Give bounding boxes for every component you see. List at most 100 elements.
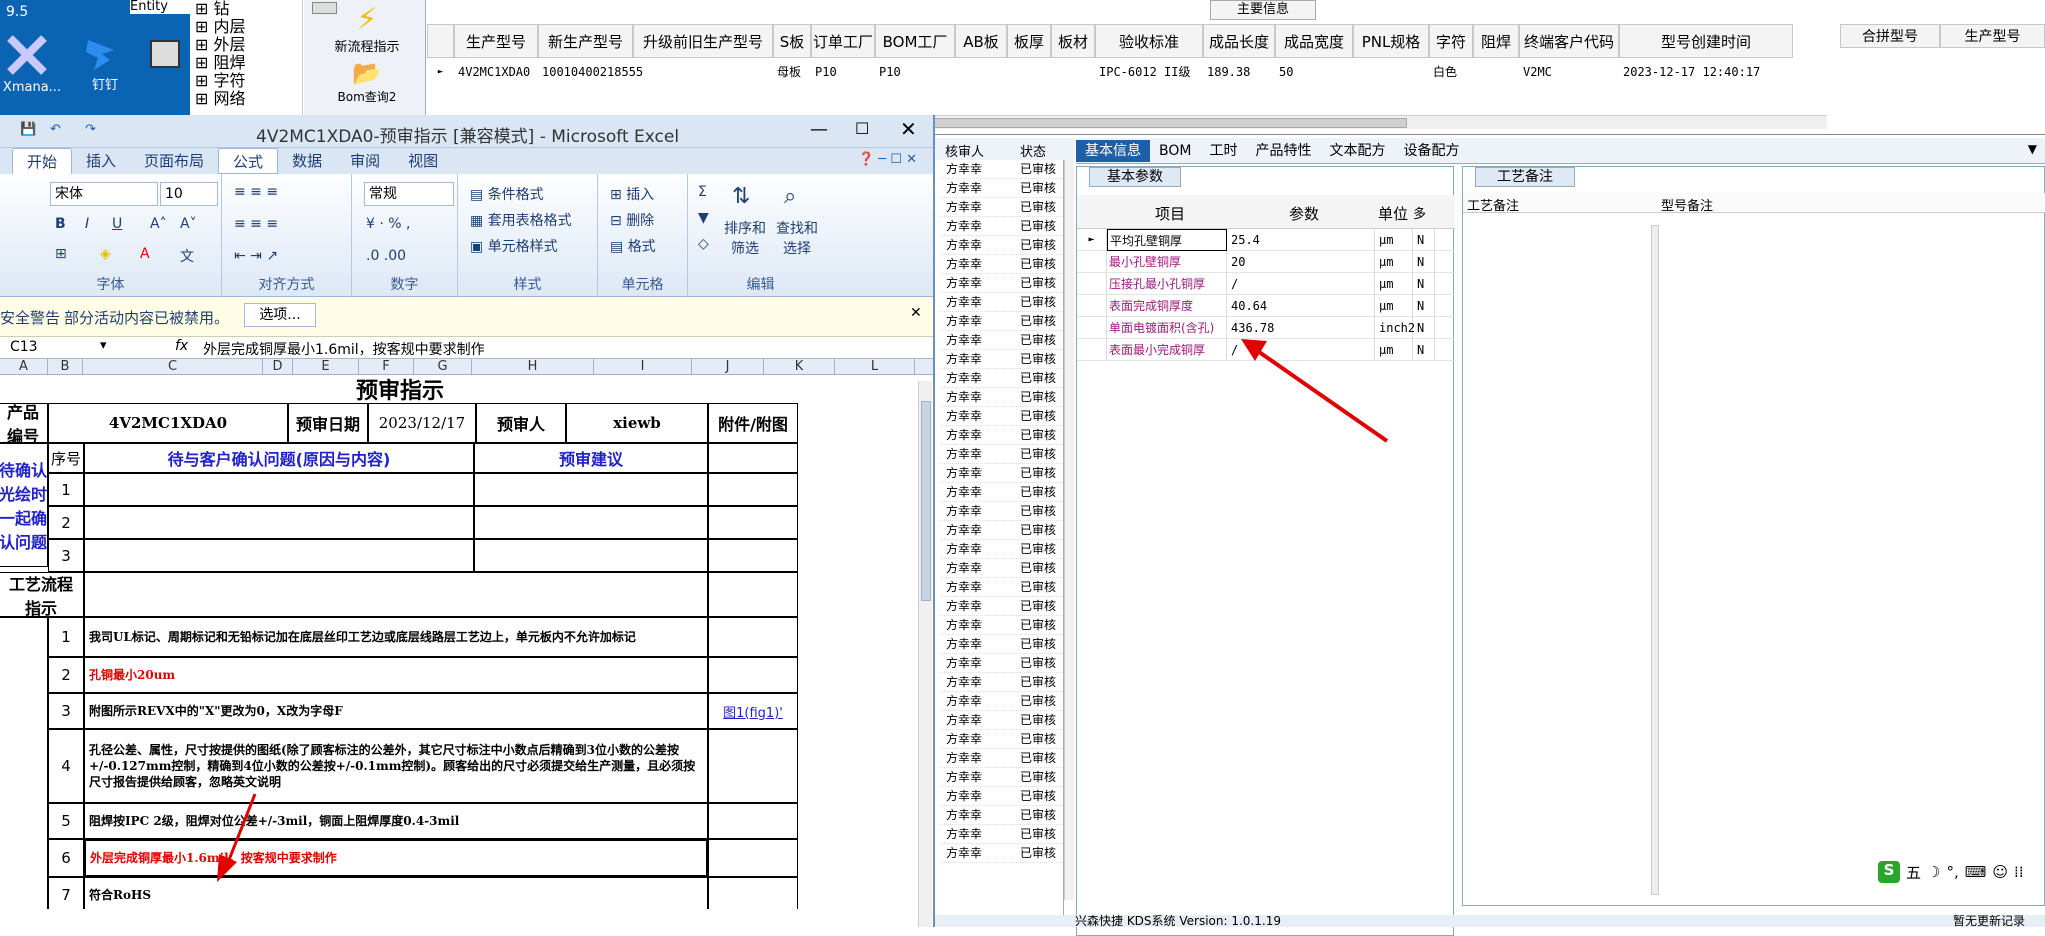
close-button[interactable]: ✕	[900, 117, 917, 141]
grid-right-col-header[interactable]: 合拼型号	[1840, 24, 1940, 48]
decimal-icon[interactable]: .0 .00	[366, 248, 406, 264]
fill-icon[interactable]: ▼	[698, 210, 709, 226]
param-row[interactable]: 压接孔最小孔铜厚 / μm N	[1077, 273, 1455, 295]
approval-row[interactable]: 方幸幸 已审核	[940, 806, 1063, 825]
process-label[interactable]: 工艺流程 指示	[0, 572, 84, 617]
approval-row[interactable]: 方幸幸 已审核	[940, 312, 1063, 331]
format-cells-button[interactable]: ▤ 格式	[610, 236, 656, 256]
approval-row[interactable]: 方幸幸 已审核	[940, 464, 1063, 483]
approval-row[interactable]: 方幸幸 已审核	[940, 654, 1063, 673]
column-header[interactable]: C	[83, 359, 263, 375]
process-seq[interactable]: 3	[48, 693, 84, 729]
underline-button[interactable]: U	[112, 216, 122, 232]
reviewer-label[interactable]: 预审人	[476, 403, 566, 443]
approval-row[interactable]: 方幸幸 已审核	[940, 350, 1063, 369]
confirm-seq[interactable]: 1	[48, 473, 84, 506]
process-seq[interactable]: 1	[48, 617, 84, 657]
grid-col-header[interactable]: 终端客户代码	[1519, 24, 1619, 58]
sort-filter-button[interactable]: 排序和 筛选	[724, 218, 766, 258]
detail-tab[interactable]: 文本配方	[1320, 140, 1394, 162]
attach-cell[interactable]	[708, 443, 798, 473]
border-icon[interactable]: ⊞	[55, 246, 67, 262]
detail-tab[interactable]: 基本信息	[1076, 140, 1150, 162]
formula-input[interactable]: 外层完成铜厚最小1.6mil，按客规中要求制作	[203, 339, 485, 359]
column-header[interactable]: A	[0, 359, 48, 375]
approval-row[interactable]: 方幸幸 已审核	[940, 578, 1063, 597]
process-instruction[interactable]: 孔铜最小20um	[84, 657, 708, 693]
ime-mode[interactable]: 五	[1906, 862, 1921, 883]
review-date[interactable]: 2023/12/17	[368, 403, 476, 443]
approval-row[interactable]: 方幸幸 已审核	[940, 825, 1063, 844]
approval-row[interactable]: 方幸幸 已审核	[940, 179, 1063, 198]
binoculars-icon[interactable]: ⌕	[784, 184, 796, 209]
grid-col-header[interactable]: 字符	[1429, 24, 1473, 58]
keyboard-icon[interactable]: ⌨	[1965, 863, 1987, 881]
process-attach[interactable]	[708, 617, 798, 657]
find-select-button[interactable]: 查找和 选择	[776, 218, 818, 258]
reviewer-name[interactable]: xiewb	[566, 403, 708, 443]
approval-row[interactable]: 方幸幸 已审核	[940, 255, 1063, 274]
grid-col-header[interactable]: 成品长度	[1203, 24, 1275, 58]
fill-color-icon[interactable]: ◈	[100, 246, 111, 262]
bold-button[interactable]: B	[55, 216, 66, 232]
ribbon-tab[interactable]: 公式	[218, 148, 279, 174]
detail-tab[interactable]: 产品特性	[1246, 140, 1320, 162]
bom-query-button[interactable]: 📂 Bom查询2	[332, 58, 402, 105]
process-instruction[interactable]: 附图所示REVX中的"X"更改为0，X改为字母F	[84, 693, 708, 729]
grid-col-header[interactable]: AB板	[955, 24, 1007, 58]
param-row[interactable]: ► 平均孔壁铜厚 25.4 μm N	[1077, 229, 1455, 251]
insert-cells-button[interactable]: ⊞ 插入	[610, 184, 654, 204]
column-header[interactable]: B	[48, 359, 83, 375]
undo-icon[interactable]: ↶	[50, 122, 61, 137]
approval-row[interactable]: 方幸幸 已审核	[940, 388, 1063, 407]
sort-filter-icon[interactable]: ⇅	[732, 184, 750, 209]
craft-note-scrollbar[interactable]	[1651, 225, 1659, 895]
minimize-button[interactable]: —	[810, 119, 828, 140]
punct-icon[interactable]: °,	[1946, 863, 1958, 881]
italic-button[interactable]: I	[85, 216, 89, 232]
approval-row[interactable]: 方幸幸 已审核	[940, 540, 1063, 559]
cell-style-button[interactable]: ▣ 单元格样式	[470, 236, 558, 256]
grid-col-header[interactable]: 订单工厂	[811, 24, 875, 58]
approval-row[interactable]: 方幸幸 已审核	[940, 692, 1063, 711]
confirm-issue[interactable]	[84, 506, 474, 539]
column-header[interactable]: H	[472, 359, 594, 375]
maximize-button[interactable]: ☐	[855, 119, 869, 138]
approval-row[interactable]: 方幸幸 已审核	[940, 198, 1063, 217]
approval-row[interactable]: 方幸幸 已审核	[940, 274, 1063, 293]
ribbon-tab[interactable]: 视图	[394, 148, 452, 174]
process-seq[interactable]: 6	[48, 839, 84, 877]
process-col-a[interactable]	[0, 617, 48, 909]
grid-col-header[interactable]: 验收标准	[1095, 24, 1203, 58]
approval-row[interactable]: 方幸幸 已审核	[940, 445, 1063, 464]
new-flow-button[interactable]: ⚡ 新流程指示	[332, 4, 402, 56]
column-header[interactable]: D	[263, 359, 293, 375]
approval-row[interactable]: 方幸幸 已审核	[940, 844, 1063, 863]
process-attach[interactable]	[708, 877, 798, 909]
tree-item[interactable]: ⊞ 字符	[195, 72, 302, 90]
process-attach[interactable]	[708, 803, 798, 839]
product-number[interactable]: 4V2MC1XDA0	[48, 403, 288, 443]
approval-row[interactable]: 方幸幸 已审核	[940, 521, 1063, 540]
approval-row[interactable]: 方幸幸 已审核	[940, 616, 1063, 635]
column-header[interactable]: E	[293, 359, 359, 375]
table-format-button[interactable]: ▦ 套用表格格式	[470, 210, 572, 230]
confirm-issue[interactable]	[84, 539, 474, 572]
collapse-arrow-icon[interactable]: ▼	[2028, 142, 2037, 156]
detail-tab[interactable]: 设备配方	[1394, 140, 1468, 162]
process-attach[interactable]	[708, 839, 798, 877]
basic-params-tab[interactable]: 基本参数	[1089, 167, 1181, 187]
approval-row[interactable]: 方幸幸 已审核	[940, 597, 1063, 616]
delete-cells-button[interactable]: ⊟ 删除	[610, 210, 654, 230]
suggest-header[interactable]: 预审建议	[474, 443, 708, 473]
process-attach[interactable]	[708, 657, 798, 693]
fx-icon[interactable]: fx	[175, 338, 188, 354]
grid-col-header[interactable]: 阻焊	[1473, 24, 1519, 58]
seq-header[interactable]: 序号	[48, 443, 84, 473]
column-header[interactable]: J	[692, 359, 764, 375]
tree-item[interactable]: ⊞ 网络	[195, 90, 302, 108]
user-icon[interactable]: ☺	[1992, 863, 2008, 881]
ribbon-tab[interactable]: 审阅	[336, 148, 394, 174]
phonetic-icon[interactable]: 文	[180, 246, 194, 266]
process-attach[interactable]: 图1(fig1)'	[708, 693, 798, 729]
